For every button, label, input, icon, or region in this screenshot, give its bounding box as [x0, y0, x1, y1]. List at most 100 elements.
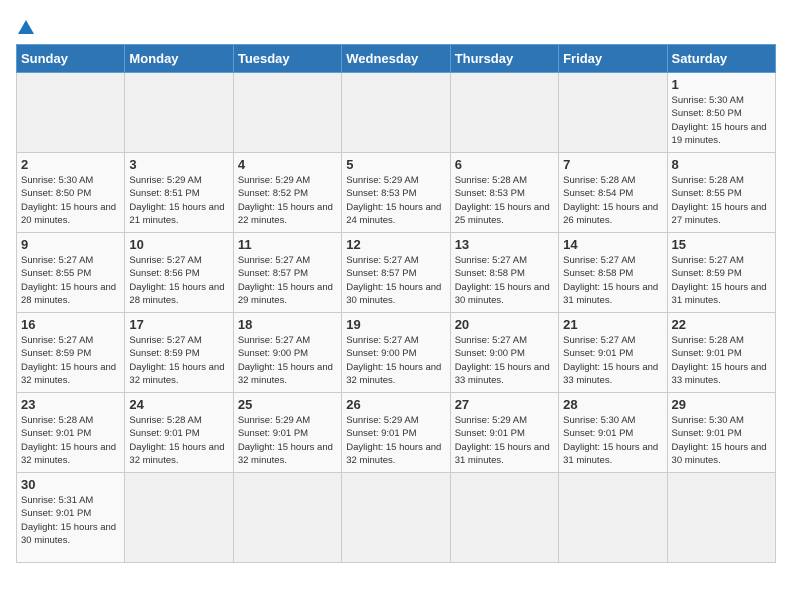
day-cell-10: 10 Sunrise: 5:27 AM Sunset: 8:56 PM Dayli… — [125, 233, 233, 313]
day-number: 21 — [563, 317, 662, 332]
week-row-2: 2 Sunrise: 5:30 AM Sunset: 8:50 PM Daylig… — [17, 153, 776, 233]
day-cell-empty — [342, 73, 450, 153]
day-info: Sunrise: 5:29 AM Sunset: 9:01 PM Dayligh… — [455, 414, 554, 467]
day-info: Sunrise: 5:27 AM Sunset: 8:59 PM Dayligh… — [672, 254, 771, 307]
day-cell-30: 30 Sunrise: 5:31 AM Sunset: 9:01 PM Dayli… — [17, 473, 125, 563]
day-number: 8 — [672, 157, 771, 172]
day-info: Sunrise: 5:30 AM Sunset: 9:01 PM Dayligh… — [563, 414, 662, 467]
day-cell-19: 19 Sunrise: 5:27 AM Sunset: 9:00 PM Dayli… — [342, 313, 450, 393]
day-cell-17: 17Sunrise: 5:27 AM Sunset: 8:59 PM Dayli… — [125, 313, 233, 393]
day-cell-29: 29 Sunrise: 5:30 AM Sunset: 9:01 PM Dayli… — [667, 393, 775, 473]
day-header-sunday: Sunday — [17, 45, 125, 73]
day-number: 27 — [455, 397, 554, 412]
day-number: 2 — [21, 157, 120, 172]
day-cell-16: 16 Sunrise: 5:27 AM Sunset: 8:59 PM Dayli… — [17, 313, 125, 393]
day-cell-11: 11 Sunrise: 5:27 AM Sunset: 8:57 PM Dayli… — [233, 233, 341, 313]
day-cell-24: 24Sunrise: 5:28 AM Sunset: 9:01 PM Dayli… — [125, 393, 233, 473]
day-info: Sunrise: 5:28 AM Sunset: 8:54 PM Dayligh… — [563, 174, 662, 227]
day-cell-9: 9 Sunrise: 5:27 AM Sunset: 8:55 PM Daylig… — [17, 233, 125, 313]
day-number: 18 — [238, 317, 337, 332]
day-info: Sunrise: 5:27 AM Sunset: 9:00 PM Dayligh… — [455, 334, 554, 387]
week-row-3: 9 Sunrise: 5:27 AM Sunset: 8:55 PM Daylig… — [17, 233, 776, 313]
day-number: 25 — [238, 397, 337, 412]
day-info: Sunrise: 5:30 AM Sunset: 8:50 PM Dayligh… — [672, 94, 771, 147]
day-info: Sunrise: 5:27 AM Sunset: 8:58 PM Dayligh… — [563, 254, 662, 307]
day-info: Sunrise: 5:27 AM Sunset: 8:55 PM Dayligh… — [21, 254, 120, 307]
day-info: Sunrise: 5:30 AM Sunset: 9:01 PM Dayligh… — [672, 414, 771, 467]
day-number: 15 — [672, 237, 771, 252]
day-cell-empty — [17, 73, 125, 153]
day-cell-empty — [233, 473, 341, 563]
day-cell-12: 12Sunrise: 5:27 AM Sunset: 8:57 PM Dayli… — [342, 233, 450, 313]
week-row-6: 30 Sunrise: 5:31 AM Sunset: 9:01 PM Dayli… — [17, 473, 776, 563]
day-info: Sunrise: 5:29 AM Sunset: 8:52 PM Dayligh… — [238, 174, 337, 227]
day-number: 29 — [672, 397, 771, 412]
day-info: Sunrise: 5:28 AM Sunset: 9:01 PM Dayligh… — [21, 414, 120, 467]
day-info: Sunrise: 5:29 AM Sunset: 8:51 PM Dayligh… — [129, 174, 228, 227]
day-info: Sunrise: 5:27 AM Sunset: 9:00 PM Dayligh… — [238, 334, 337, 387]
day-number: 22 — [672, 317, 771, 332]
day-number: 24 — [129, 397, 228, 412]
day-header-tuesday: Tuesday — [233, 45, 341, 73]
day-number: 4 — [238, 157, 337, 172]
day-number: 11 — [238, 237, 337, 252]
day-number: 5 — [346, 157, 445, 172]
day-header-saturday: Saturday — [667, 45, 775, 73]
day-header-friday: Friday — [559, 45, 667, 73]
day-header-thursday: Thursday — [450, 45, 558, 73]
day-cell-13: 13 Sunrise: 5:27 AM Sunset: 8:58 PM Dayli… — [450, 233, 558, 313]
day-cell-27: 27 Sunrise: 5:29 AM Sunset: 9:01 PM Dayli… — [450, 393, 558, 473]
day-number: 9 — [21, 237, 120, 252]
day-number: 16 — [21, 317, 120, 332]
day-cell-empty — [559, 73, 667, 153]
week-row-4: 16 Sunrise: 5:27 AM Sunset: 8:59 PM Dayli… — [17, 313, 776, 393]
day-info: Sunrise: 5:29 AM Sunset: 8:53 PM Dayligh… — [346, 174, 445, 227]
day-cell-18: 18 Sunrise: 5:27 AM Sunset: 9:00 PM Dayli… — [233, 313, 341, 393]
day-number: 30 — [21, 477, 120, 492]
day-cell-2: 2 Sunrise: 5:30 AM Sunset: 8:50 PM Daylig… — [17, 153, 125, 233]
day-number: 26 — [346, 397, 445, 412]
day-info: Sunrise: 5:28 AM Sunset: 8:55 PM Dayligh… — [672, 174, 771, 227]
day-info: Sunrise: 5:31 AM Sunset: 9:01 PM Dayligh… — [21, 494, 120, 547]
day-info: Sunrise: 5:30 AM Sunset: 8:50 PM Dayligh… — [21, 174, 120, 227]
day-info: Sunrise: 5:27 AM Sunset: 9:00 PM Dayligh… — [346, 334, 445, 387]
day-cell-empty — [233, 73, 341, 153]
calendar-table: SundayMondayTuesdayWednesdayThursdayFrid… — [16, 44, 776, 563]
day-cell-7: 7Sunrise: 5:28 AM Sunset: 8:54 PM Daylig… — [559, 153, 667, 233]
day-info: Sunrise: 5:27 AM Sunset: 8:56 PM Dayligh… — [129, 254, 228, 307]
day-cell-empty — [342, 473, 450, 563]
day-number: 20 — [455, 317, 554, 332]
day-info: Sunrise: 5:27 AM Sunset: 8:58 PM Dayligh… — [455, 254, 554, 307]
day-header-monday: Monday — [125, 45, 233, 73]
day-cell-empty — [559, 473, 667, 563]
day-number: 12 — [346, 237, 445, 252]
day-cell-empty — [450, 73, 558, 153]
day-cell-15: 15 Sunrise: 5:27 AM Sunset: 8:59 PM Dayli… — [667, 233, 775, 313]
day-number: 19 — [346, 317, 445, 332]
day-cell-26: 26Sunrise: 5:29 AM Sunset: 9:01 PM Dayli… — [342, 393, 450, 473]
day-info: Sunrise: 5:27 AM Sunset: 8:59 PM Dayligh… — [21, 334, 120, 387]
week-row-1: 1Sunrise: 5:30 AM Sunset: 8:50 PM Daylig… — [17, 73, 776, 153]
day-number: 10 — [129, 237, 228, 252]
day-cell-4: 4 Sunrise: 5:29 AM Sunset: 8:52 PM Daylig… — [233, 153, 341, 233]
day-cell-3: 3 Sunrise: 5:29 AM Sunset: 8:51 PM Daylig… — [125, 153, 233, 233]
day-cell-5: 5 Sunrise: 5:29 AM Sunset: 8:53 PM Daylig… — [342, 153, 450, 233]
day-info: Sunrise: 5:28 AM Sunset: 9:01 PM Dayligh… — [672, 334, 771, 387]
day-cell-14: 14Sunrise: 5:27 AM Sunset: 8:58 PM Dayli… — [559, 233, 667, 313]
day-info: Sunrise: 5:27 AM Sunset: 9:01 PM Dayligh… — [563, 334, 662, 387]
day-number: 28 — [563, 397, 662, 412]
logo — [16, 16, 34, 34]
day-cell-6: 6Sunrise: 5:28 AM Sunset: 8:53 PM Daylig… — [450, 153, 558, 233]
day-number: 6 — [455, 157, 554, 172]
day-number: 13 — [455, 237, 554, 252]
day-number: 17 — [129, 317, 228, 332]
header-row: SundayMondayTuesdayWednesdayThursdayFrid… — [17, 45, 776, 73]
day-cell-22: 22 Sunrise: 5:28 AM Sunset: 9:01 PM Dayli… — [667, 313, 775, 393]
day-info: Sunrise: 5:27 AM Sunset: 8:57 PM Dayligh… — [238, 254, 337, 307]
day-number: 3 — [129, 157, 228, 172]
day-cell-23: 23 Sunrise: 5:28 AM Sunset: 9:01 PM Dayli… — [17, 393, 125, 473]
day-cell-25: 25 Sunrise: 5:29 AM Sunset: 9:01 PM Dayli… — [233, 393, 341, 473]
week-row-5: 23 Sunrise: 5:28 AM Sunset: 9:01 PM Dayli… — [17, 393, 776, 473]
day-info: Sunrise: 5:29 AM Sunset: 9:01 PM Dayligh… — [238, 414, 337, 467]
day-number: 23 — [21, 397, 120, 412]
